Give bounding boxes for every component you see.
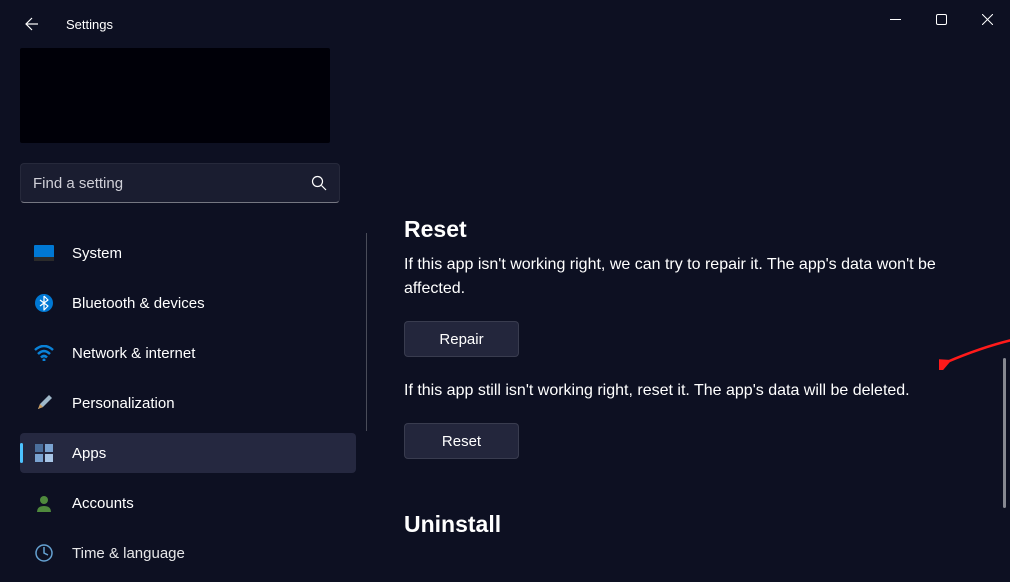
arrow-left-icon: [21, 15, 39, 33]
sidebar-item-label: Network & internet: [72, 345, 195, 362]
search-icon: [311, 175, 327, 191]
search-box[interactable]: [20, 163, 340, 203]
content-area: Reset If this app isn't working right, w…: [404, 48, 1010, 582]
sidebar-item-apps[interactable]: Apps: [20, 433, 356, 473]
close-button[interactable]: [964, 0, 1010, 38]
minimize-button[interactable]: [872, 0, 918, 38]
apps-icon: [34, 443, 54, 463]
sidebar-item-label: Accounts: [72, 495, 134, 512]
wifi-icon: [34, 343, 54, 363]
titlebar-left: Settings: [14, 8, 113, 40]
bluetooth-icon: [34, 293, 54, 313]
search-wrap: [20, 163, 340, 203]
display-icon: [34, 243, 54, 263]
account-block[interactable]: [20, 48, 330, 143]
reset-heading: Reset: [404, 216, 1010, 243]
sidebar-item-personalization[interactable]: Personalization: [20, 383, 356, 423]
sidebar-item-label: Time & language: [72, 545, 185, 562]
repair-description: If this app isn't working right, we can …: [404, 253, 949, 301]
paintbrush-icon: [34, 393, 54, 413]
nav: System Bluetooth & devices Network & int…: [0, 233, 360, 573]
content-scrollbar[interactable]: [1003, 358, 1006, 508]
titlebar: Settings: [0, 0, 1010, 48]
sidebar-item-network[interactable]: Network & internet: [20, 333, 356, 373]
back-button[interactable]: [14, 8, 46, 40]
sidebar-item-time-language[interactable]: Time & language: [20, 533, 356, 573]
reset-button[interactable]: Reset: [404, 423, 519, 459]
sidebar-item-label: Bluetooth & devices: [72, 295, 205, 312]
sidebar: System Bluetooth & devices Network & int…: [0, 48, 360, 582]
window-controls: [872, 0, 1010, 38]
repair-button[interactable]: Repair: [404, 321, 519, 357]
sidebar-item-label: System: [72, 245, 122, 262]
search-input[interactable]: [33, 175, 311, 192]
uninstall-heading: Uninstall: [404, 511, 1010, 538]
clock-globe-icon: [34, 543, 54, 563]
content-inner: Reset If this app isn't working right, w…: [404, 48, 1010, 538]
sidebar-scroll-track: [366, 233, 367, 431]
close-icon: [982, 14, 993, 25]
maximize-button[interactable]: [918, 0, 964, 38]
sidebar-item-system[interactable]: System: [20, 233, 356, 273]
sidebar-item-label: Personalization: [72, 395, 175, 412]
app-title: Settings: [66, 17, 113, 32]
person-icon: [34, 493, 54, 513]
reset-description: If this app still isn't working right, r…: [404, 379, 984, 403]
sidebar-item-bluetooth[interactable]: Bluetooth & devices: [20, 283, 356, 323]
minimize-icon: [890, 14, 901, 25]
sidebar-item-accounts[interactable]: Accounts: [20, 483, 356, 523]
sidebar-item-label: Apps: [72, 445, 106, 462]
maximize-icon: [936, 14, 947, 25]
